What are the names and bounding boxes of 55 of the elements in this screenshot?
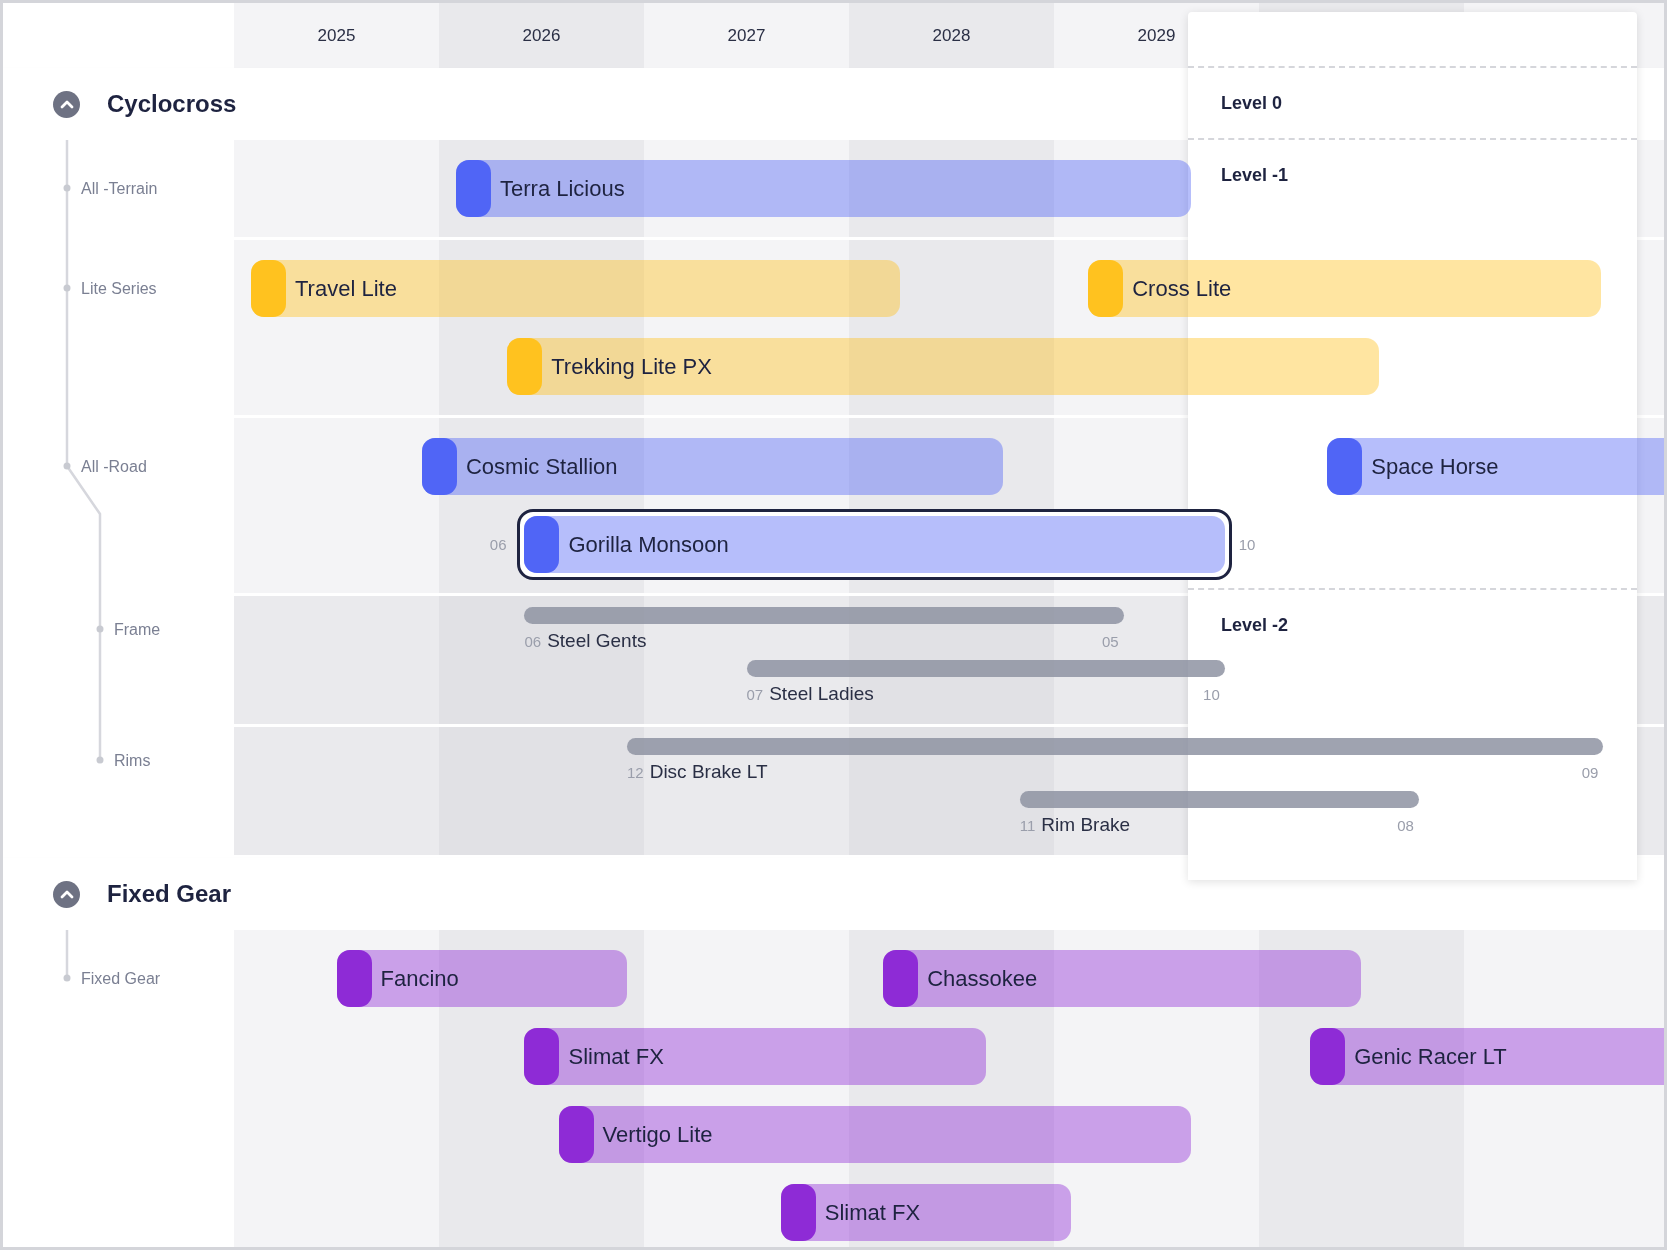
roadmap-bar[interactable]: Slimat FX	[780, 1184, 1071, 1241]
roadmap-bar[interactable]: Vertigo Lite	[558, 1106, 1191, 1163]
level-label: Level 0	[1221, 93, 1283, 113]
chevron-up-icon	[59, 889, 74, 899]
roadmap-bar[interactable]: Trekking Lite PX	[507, 338, 1379, 395]
year-column-header: 2028	[849, 3, 1054, 68]
month-label: 09	[1581, 763, 1599, 783]
month-label: 12	[627, 763, 644, 783]
month-label: 10	[1203, 685, 1220, 705]
month-label: 07	[746, 685, 764, 705]
drag-handle[interactable]	[524, 1028, 560, 1085]
roadmap-bar[interactable]: Gorilla Monsoon	[517, 509, 1232, 580]
drag-handle[interactable]	[524, 516, 560, 573]
chevron-up-icon	[59, 99, 74, 109]
roadmap-bar[interactable]: Slimat FX	[524, 1028, 986, 1085]
drag-handle[interactable]	[1310, 1028, 1346, 1085]
roadmap-bar[interactable]: Genic Racer LT	[1310, 1028, 1664, 1085]
bar-label: Steel Gents	[547, 629, 647, 653]
drag-handle[interactable]	[1327, 438, 1363, 495]
bar-label: Rim Brake	[1041, 813, 1130, 837]
year-column-header: 2025	[234, 3, 439, 68]
roadmap-bar[interactable]: Chassokee	[883, 950, 1362, 1007]
roadmap-bar[interactable]: Travel Lite	[251, 260, 901, 317]
bar-label: Disc Brake LT	[649, 760, 768, 784]
row-label: All -Road	[81, 457, 147, 477]
group-title: Fixed Gear	[107, 879, 232, 909]
month-label: 05	[1102, 632, 1119, 652]
roadmap-bar[interactable]: Fancino	[336, 950, 627, 1007]
collapse-button[interactable]	[53, 90, 80, 118]
roadmap-bar[interactable]: Cross Lite	[1088, 260, 1601, 317]
collapse-button[interactable]	[53, 880, 80, 908]
row-label: All -Terrain	[81, 179, 158, 199]
roadmap-bar[interactable]: Terra Licious	[456, 160, 1191, 217]
row-label: Lite Series	[81, 279, 157, 299]
year-column-header: 2027	[644, 3, 849, 68]
tree-connector-drawing	[63, 930, 71, 982]
drag-handle[interactable]	[507, 338, 543, 395]
drag-handle[interactable]	[883, 950, 919, 1007]
row-label: Rims	[114, 751, 151, 771]
month-label: 10	[1238, 535, 1256, 555]
year-column-header: 2026	[439, 3, 644, 68]
month-label: 11	[1019, 816, 1036, 836]
drag-handle[interactable]	[456, 160, 491, 217]
month-label: 08	[1397, 816, 1414, 836]
roadmap-bar[interactable]: Cosmic Stallion	[422, 438, 1003, 495]
month-label: 06	[524, 632, 542, 652]
drag-handle[interactable]	[251, 260, 286, 317]
group-title: Cyclocross	[107, 89, 237, 119]
row-label: Fixed Gear	[81, 969, 161, 989]
bar-label: Steel Ladies	[769, 682, 874, 706]
row-label: Frame	[114, 620, 161, 640]
level-label: Level -1	[1221, 165, 1289, 185]
month-label: 06	[489, 535, 507, 555]
drag-handle[interactable]	[1088, 260, 1124, 317]
level-label: Level -2	[1221, 615, 1289, 635]
